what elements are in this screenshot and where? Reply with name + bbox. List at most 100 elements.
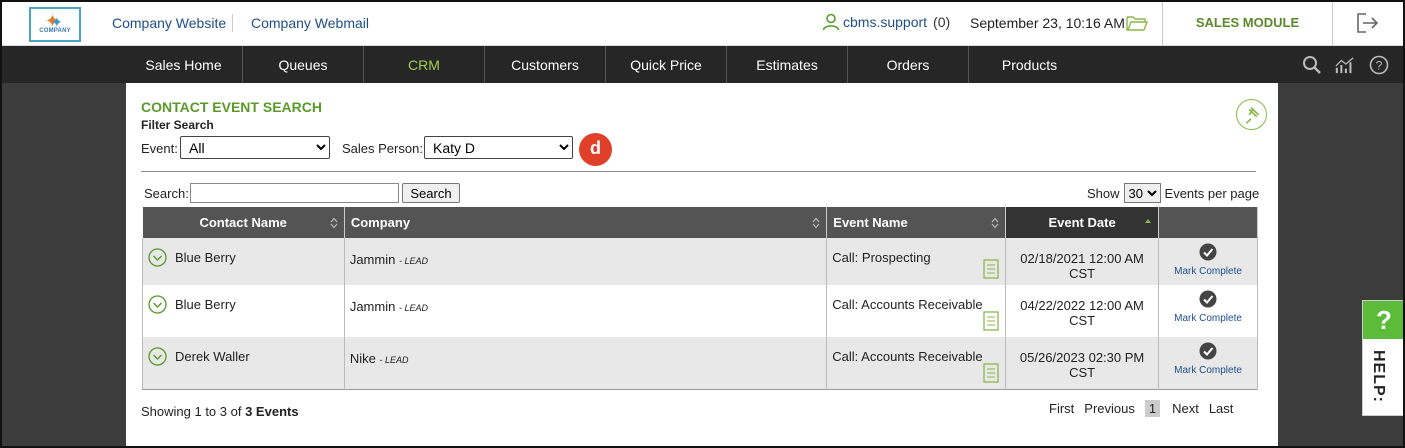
logo-mark-accent: ✦	[51, 14, 63, 30]
company-website-link[interactable]: Company Website	[112, 15, 226, 31]
contact-event-panel: CONTACT EVENT SEARCH Filter Search Event…	[126, 83, 1278, 446]
expand-chevron-icon[interactable]	[148, 248, 167, 267]
user-account[interactable]: cbms.support (0)	[822, 13, 950, 31]
event-date: 05/26/2023 02:30 PM	[1019, 350, 1145, 365]
page-size-select[interactable]: 30	[1123, 183, 1161, 203]
pager-last[interactable]: Last	[1209, 401, 1234, 416]
user-icon	[822, 13, 840, 31]
divider	[141, 171, 1256, 172]
sort-ascending-icon	[1145, 219, 1152, 223]
company-name[interactable]: Nike	[350, 351, 376, 366]
search-button[interactable]: Search	[402, 183, 460, 203]
per-page-label: Events per page	[1164, 185, 1260, 201]
event-date: 02/18/2021 12:00 AM	[1020, 251, 1144, 266]
top-header: ✦ ✦ COMPANY Company Website Company Webm…	[2, 2, 1403, 46]
help-tab[interactable]: ? HELP:	[1362, 300, 1403, 416]
pager-first[interactable]: First	[1049, 401, 1074, 416]
current-datetime: September 23, 10:16 AM	[970, 15, 1125, 31]
mark-complete-link[interactable]: Mark Complete	[1164, 365, 1252, 376]
nav-queues[interactable]: Queues	[243, 46, 364, 83]
notification-count: (0)	[933, 14, 951, 30]
event-timezone: CST	[1069, 266, 1096, 281]
event-timezone: CST	[1069, 313, 1096, 328]
lead-tag: - LEAD	[379, 355, 409, 365]
company-name[interactable]: Jammin	[350, 299, 396, 314]
note-icon[interactable]	[983, 362, 999, 383]
table-row: Blue Berry Jammin - LEAD Call: Accounts …	[142, 285, 1258, 337]
header-divider	[232, 14, 233, 32]
chart-icon[interactable]	[1335, 55, 1355, 75]
event-name[interactable]: Call: Accounts Receivable	[832, 285, 1000, 312]
pager-previous[interactable]: Previous	[1084, 401, 1135, 416]
logo-text: COMPANY	[39, 28, 71, 34]
search-input[interactable]	[190, 183, 399, 203]
event-filter-label: Event:	[141, 141, 178, 156]
sort-icon	[991, 217, 999, 229]
table-row: Blue Berry Jammin - LEAD Call: Prospecti…	[142, 238, 1258, 285]
step-badge: d	[579, 133, 612, 166]
username: cbms.support	[843, 14, 928, 30]
events-table: Contact Name Company Event Name Event Da…	[142, 207, 1258, 390]
check-circle-icon[interactable]	[1199, 290, 1217, 308]
expand-chevron-icon[interactable]	[148, 295, 167, 314]
header-company[interactable]: Company	[344, 207, 828, 238]
header-contact-name[interactable]: Contact Name	[142, 207, 345, 238]
header-event-name[interactable]: Event Name	[826, 207, 1007, 238]
help-tab-label: HELP:	[1370, 350, 1387, 403]
sales-person-label: Sales Person:	[342, 141, 423, 156]
help-question-icon: ?	[1363, 301, 1403, 339]
search-label: Search:	[144, 186, 189, 201]
results-summary: Showing 1 to 3 of 3 Events	[141, 404, 299, 419]
header-event-date[interactable]: Event Date	[1005, 207, 1160, 238]
nav-estimates[interactable]: Estimates	[727, 46, 848, 83]
nav-customers[interactable]: Customers	[485, 46, 606, 83]
nav-products[interactable]: Products	[969, 46, 1090, 83]
filter-search-heading: Filter Search	[141, 118, 214, 132]
contact-name[interactable]: Blue Berry	[175, 297, 236, 312]
nav-quick-price[interactable]: Quick Price	[606, 46, 727, 83]
lead-tag: - LEAD	[398, 256, 428, 266]
nav-orders[interactable]: Orders	[848, 46, 969, 83]
mark-complete-link[interactable]: Mark Complete	[1164, 266, 1252, 277]
nav-crm[interactable]: CRM	[364, 46, 485, 83]
event-name[interactable]: Call: Accounts Receivable	[832, 337, 1000, 364]
pagination: First Previous 1 Next Last	[1049, 400, 1243, 417]
page-title: CONTACT EVENT SEARCH	[141, 99, 322, 115]
svg-text:?: ?	[1376, 59, 1383, 73]
event-name[interactable]: Call: Prospecting	[832, 238, 1000, 265]
contact-name[interactable]: Derek Waller	[175, 349, 250, 364]
company-webmail-link[interactable]: Company Webmail	[251, 15, 369, 31]
sales-person-select[interactable]: Katy D	[424, 136, 573, 159]
results-total: 3 Events	[245, 404, 299, 419]
sales-module-label[interactable]: SALES MODULE	[1162, 2, 1333, 46]
company-logo[interactable]: ✦ ✦ COMPANY	[29, 7, 81, 42]
check-circle-icon[interactable]	[1199, 342, 1217, 360]
nav-sales-home[interactable]: Sales Home	[125, 46, 243, 83]
pager-next[interactable]: Next	[1172, 401, 1199, 416]
check-circle-icon[interactable]	[1199, 243, 1217, 261]
page-size-control: Show 30 Events per page	[1087, 183, 1259, 203]
folder-icon[interactable]	[1126, 14, 1148, 32]
contact-name[interactable]: Blue Berry	[175, 250, 236, 265]
event-select[interactable]: All	[180, 136, 330, 159]
logout-icon[interactable]	[1356, 13, 1380, 33]
header-actions	[1158, 207, 1258, 238]
event-timezone: CST	[1069, 365, 1096, 380]
app-frame: ✦ ✦ COMPANY Company Website Company Webm…	[0, 0, 1405, 448]
company-name[interactable]: Jammin	[350, 252, 396, 267]
help-icon[interactable]: ?	[1369, 55, 1389, 75]
show-label: Show	[1087, 185, 1120, 201]
search-icon[interactable]	[1302, 55, 1322, 75]
main-nav: Sales Home Queues CRM Customers Quick Pr…	[2, 46, 1403, 83]
event-date: 04/22/2022 12:00 AM	[1020, 298, 1144, 313]
note-icon[interactable]	[983, 311, 999, 331]
table-row: Derek Waller Nike - LEAD Call: Accounts …	[142, 337, 1258, 389]
lead-tag: - LEAD	[398, 303, 428, 313]
sort-icon	[812, 217, 820, 229]
expand-chevron-icon[interactable]	[148, 347, 167, 366]
sort-icon	[330, 217, 338, 229]
mark-complete-link[interactable]: Mark Complete	[1164, 313, 1252, 324]
pager-current-page[interactable]: 1	[1144, 400, 1161, 417]
pin-icon[interactable]	[1236, 99, 1267, 130]
note-icon[interactable]	[983, 259, 999, 279]
